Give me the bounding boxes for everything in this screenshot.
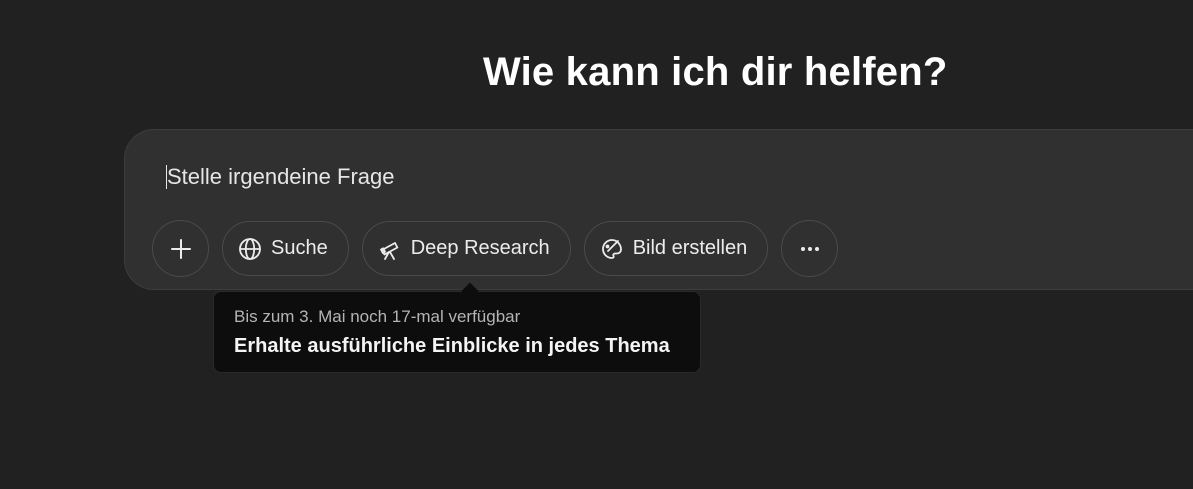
telescope-icon xyxy=(377,236,403,262)
search-button-label: Suche xyxy=(271,237,328,259)
create-image-button-label: Bild erstellen xyxy=(632,237,748,259)
page-title: Wie kann ich dir helfen? xyxy=(483,50,948,94)
prompt-placeholder: Stelle irgendeine Frage xyxy=(167,164,395,189)
deep-research-button-label: Deep Research xyxy=(410,237,550,259)
prompt-composer: Stelle irgendeine Frage Suche Deep Resea… xyxy=(124,129,1193,290)
create-image-button[interactable]: Bild erstellen xyxy=(583,221,769,276)
ellipsis-icon xyxy=(797,236,823,262)
tooltip-usage-limit: Bis zum 3. Mai noch 17-mal verfügbar xyxy=(234,307,521,326)
more-tools-button[interactable] xyxy=(781,220,839,277)
prompt-input[interactable]: Stelle irgendeine Frage xyxy=(166,162,394,192)
tooltip-description: Erhalte ausführliche Einblicke in jedes … xyxy=(234,335,670,357)
palette-icon xyxy=(599,236,625,262)
add-attachment-button[interactable] xyxy=(152,220,209,277)
globe-icon xyxy=(237,236,263,262)
composer-toolbar: Suche Deep Research Bild erstellen xyxy=(152,220,839,277)
chat-home: Wie kann ich dir helfen? Stelle irgendei… xyxy=(0,0,1193,489)
deep-research-tooltip: Bis zum 3. Mai noch 17-mal verfügbar Erh… xyxy=(213,282,701,373)
deep-research-button[interactable]: Deep Research xyxy=(361,221,571,276)
search-button[interactable]: Suche xyxy=(222,221,349,276)
plus-icon xyxy=(168,236,194,262)
